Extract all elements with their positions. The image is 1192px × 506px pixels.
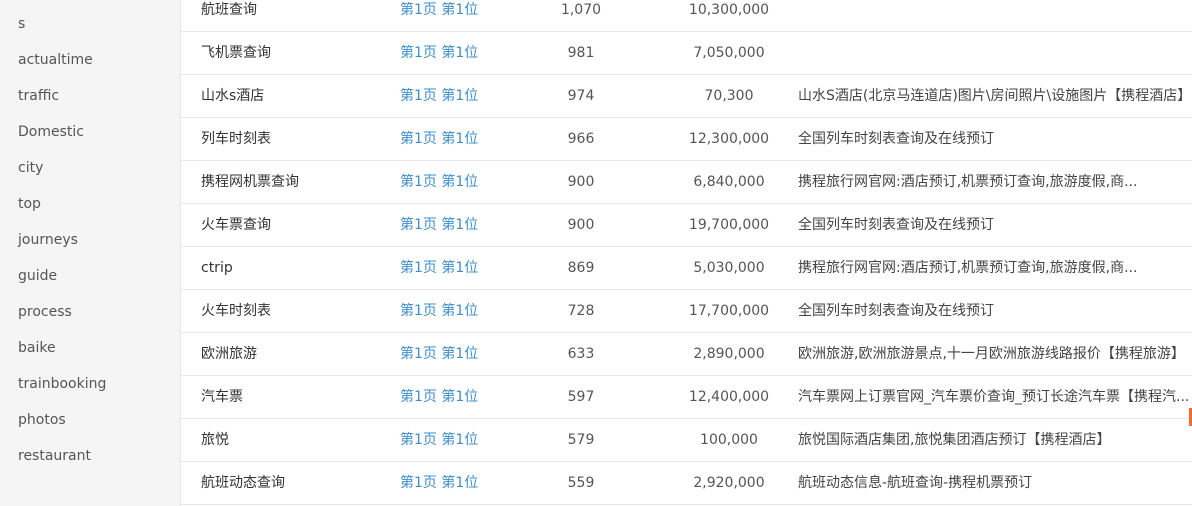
keyword-cell: 航班动态查询 [201, 475, 285, 491]
sidebar-item-traffic[interactable]: traffic [18, 78, 59, 114]
index-cell: 974 [567, 88, 595, 104]
volume-cell: 12,400,000 [688, 389, 770, 405]
index-cell: 579 [567, 432, 595, 448]
page-title-cell: 汽车票网上订票官网_汽车票价查询_预订长途汽车票【携程汽... [798, 389, 1190, 405]
keyword-cell: 旅悦 [201, 432, 229, 448]
table-row: 列车时刻表 第1页 第1位 966 12,300,000 全国列车时刻表查询及在线预订 [181, 118, 1192, 161]
index-cell: 900 [567, 174, 595, 190]
rank-link[interactable]: 第1页 第1位 [400, 118, 478, 160]
sidebar-item-process[interactable]: process [18, 294, 72, 330]
index-cell: 728 [567, 303, 595, 319]
volume-cell: 7,050,000 [693, 45, 765, 61]
sidebar-item-photos[interactable]: photos [18, 402, 66, 438]
sidebar-item-top[interactable]: top [18, 186, 41, 222]
page-title-cell: 全国列车时刻表查询及在线预订 [798, 131, 994, 147]
rank-link[interactable]: 第1页 第1位 [400, 376, 478, 418]
page-title-cell: 欧洲旅游,欧洲旅游景点,十一月欧洲旅游线路报价【携程旅游】 [798, 346, 1185, 362]
volume-cell: 19,700,000 [688, 217, 770, 233]
table-row: 飞机票查询 第1页 第1位 981 7,050,000 [181, 32, 1192, 75]
sidebar-item-restaurant[interactable]: restaurant [18, 438, 91, 474]
table-row: 山水s酒店 第1页 第1位 974 70,300 山水S酒店(北京马连道店)图片\房间照… [181, 75, 1192, 118]
sidebar-item-journeys[interactable]: journeys [18, 222, 78, 258]
sidebar-item-actualtime[interactable]: actualtime [18, 42, 93, 78]
rank-link[interactable]: 第1页 第1位 [400, 462, 478, 504]
page-title-cell [798, 0, 1192, 31]
rank-link[interactable]: 第1页 第1位 [400, 32, 478, 74]
volume-cell: 100,000 [700, 432, 758, 448]
keyword-rank-table: 航班查询 第1页 第1位 1,070 10,300,000 飞机票查询 第1页 第1位 98… [181, 0, 1192, 505]
index-cell: 1,070 [560, 2, 602, 18]
volume-cell: 6,840,000 [693, 174, 765, 190]
keyword-cell: 火车票查询 [201, 217, 271, 233]
page-title-cell: 携程旅行网官网:酒店预订,机票预订查询,旅游度假,商... [798, 260, 1138, 276]
page-title-cell [798, 32, 1192, 74]
index-cell: 869 [567, 260, 595, 276]
rank-link[interactable]: 第1页 第1位 [400, 247, 478, 289]
keyword-cell: ctrip [201, 260, 233, 276]
volume-cell: 10,300,000 [688, 2, 770, 18]
volume-cell: 12,300,000 [688, 131, 770, 147]
index-cell: 597 [567, 389, 595, 405]
volume-cell: 2,920,000 [693, 475, 765, 491]
sidebar-item-baike[interactable]: baike [18, 330, 56, 366]
rank-link[interactable]: 第1页 第1位 [400, 290, 478, 332]
rank-link[interactable]: 第1页 第1位 [400, 75, 478, 117]
sidebar-item-s[interactable]: s [18, 6, 25, 42]
table-row: ctrip 第1页 第1位 869 5,030,000 携程旅行网官网:酒店预订,机票预… [181, 247, 1192, 290]
sidebar-item-city[interactable]: city [18, 150, 43, 186]
page-title-cell: 航班动态信息-航班查询-携程机票预订 [798, 475, 1033, 491]
table-row: 航班动态查询 第1页 第1位 559 2,920,000 航班动态信息-航班查询-携程机… [181, 462, 1192, 505]
page-title-cell: 旅悦国际酒店集团,旅悦集团酒店预订【携程酒店】 [798, 432, 1111, 448]
index-cell: 966 [567, 131, 595, 147]
page-title-cell: 山水S酒店(北京马连道店)图片\房间照片\设施图片【携程酒店】 [798, 88, 1192, 104]
rank-link[interactable]: 第1页 第1位 [400, 0, 478, 31]
keyword-cell: 欧洲旅游 [201, 346, 257, 362]
table-row: 旅悦 第1页 第1位 579 100,000 旅悦国际酒店集团,旅悦集团酒店预订【携程酒… [181, 419, 1192, 462]
rank-link[interactable]: 第1页 第1位 [400, 161, 478, 203]
table-row: 航班查询 第1页 第1位 1,070 10,300,000 [181, 0, 1192, 32]
keyword-cell: 汽车票 [201, 389, 243, 405]
sidebar: s actualtime traffic Domestic city top journey… [0, 0, 181, 506]
table-row: 携程网机票查询 第1页 第1位 900 6,840,000 携程旅行网官网:酒店预订,机… [181, 161, 1192, 204]
rank-link[interactable]: 第1页 第1位 [400, 204, 478, 246]
index-cell: 981 [567, 45, 595, 61]
volume-cell: 17,700,000 [688, 303, 770, 319]
rank-link[interactable]: 第1页 第1位 [400, 333, 478, 375]
page-title-cell: 全国列车时刻表查询及在线预订 [798, 303, 994, 319]
volume-cell: 70,300 [704, 88, 754, 104]
volume-cell: 5,030,000 [693, 260, 765, 276]
volume-cell: 2,890,000 [693, 346, 765, 362]
sidebar-item-domestic[interactable]: Domestic [18, 114, 84, 150]
index-cell: 559 [567, 475, 595, 491]
keyword-cell: 火车时刻表 [201, 303, 271, 319]
index-cell: 633 [567, 346, 595, 362]
keyword-cell: 山水s酒店 [201, 88, 265, 104]
rank-link[interactable]: 第1页 第1位 [400, 419, 478, 461]
keyword-cell: 列车时刻表 [201, 131, 271, 147]
table-row: 火车时刻表 第1页 第1位 728 17,700,000 全国列车时刻表查询及在线预订 [181, 290, 1192, 333]
index-cell: 900 [567, 217, 595, 233]
page-title-cell: 全国列车时刻表查询及在线预订 [798, 217, 994, 233]
table-row: 欧洲旅游 第1页 第1位 633 2,890,000 欧洲旅游,欧洲旅游景点,十一月欧洲… [181, 333, 1192, 376]
table-row: 火车票查询 第1页 第1位 900 19,700,000 全国列车时刻表查询及在线预订 [181, 204, 1192, 247]
keyword-cell: 航班查询 [201, 2, 257, 18]
sidebar-item-guide[interactable]: guide [18, 258, 57, 294]
keyword-cell: 飞机票查询 [201, 45, 271, 61]
sidebar-item-trainbooking[interactable]: trainbooking [18, 366, 106, 402]
page-title-cell: 携程旅行网官网:酒店预订,机票预订查询,旅游度假,商... [798, 174, 1138, 190]
table-row: 汽车票 第1页 第1位 597 12,400,000 汽车票网上订票官网_汽车票价查询_… [181, 376, 1192, 419]
keyword-cell: 携程网机票查询 [201, 174, 299, 190]
